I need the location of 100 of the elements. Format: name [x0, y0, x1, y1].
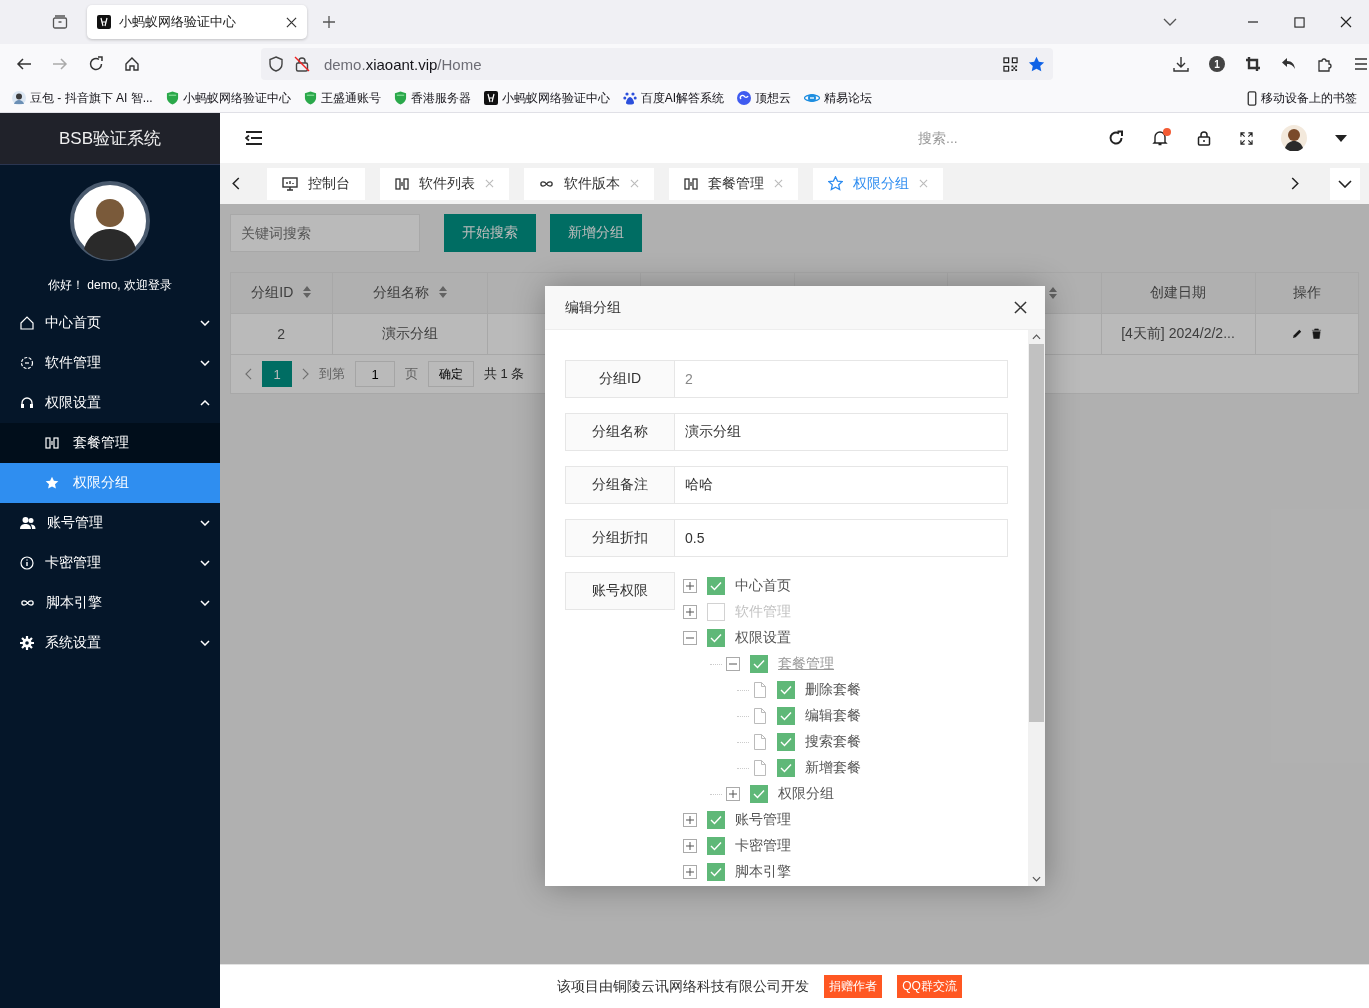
address-bar[interactable]: demo.xiaoant.vip/Home	[260, 48, 1053, 80]
page-tab[interactable]: 软件列表	[380, 167, 509, 200]
puzzle-icon[interactable]	[1317, 56, 1333, 72]
menu-item[interactable]: 账号管理	[0, 503, 220, 543]
tree-item-label[interactable]: 权限设置	[735, 629, 791, 647]
maximize-icon[interactable]	[1294, 16, 1305, 28]
menu-item[interactable]: 卡密管理	[0, 543, 220, 583]
bookmark-item[interactable]: 百度AI解答系统	[622, 89, 724, 107]
columns-icon	[684, 177, 698, 190]
bookmark-item[interactable]: 王盛通账号	[303, 89, 381, 107]
page-input[interactable]: 1	[355, 361, 395, 387]
keyword-search-field[interactable]: 关键词搜索	[230, 214, 420, 252]
search-field[interactable]: 搜索...	[916, 129, 1080, 147]
expand-toggle-icon[interactable]	[683, 839, 697, 853]
collapse-menu-icon[interactable]	[245, 131, 263, 145]
menu-item[interactable]: 系统设置	[0, 623, 220, 663]
file-icon	[753, 760, 767, 776]
caret-icon[interactable]	[1335, 134, 1347, 142]
scroll-down-icon[interactable]	[1032, 876, 1041, 882]
scroll-right-icon[interactable]	[1291, 177, 1299, 190]
scroll-left-icon[interactable]	[232, 177, 240, 190]
page-tab[interactable]: 软件版本	[524, 167, 654, 200]
check-icon	[780, 711, 792, 721]
column-header: 分组ID	[231, 273, 332, 314]
field-label: 分组ID	[565, 360, 675, 398]
check-icon	[780, 763, 792, 773]
bookmark-item[interactable]: 顶想云	[737, 89, 791, 107]
chevron-icon	[200, 360, 210, 366]
bookmark-label: 香港服务器	[410, 89, 471, 107]
account-badge[interactable]: 1	[1209, 56, 1225, 72]
checkbox[interactable]	[707, 837, 725, 855]
bell-icon[interactable]	[1152, 130, 1168, 146]
bookmark-item[interactable]: 香港服务器	[393, 89, 471, 107]
bookmark-item[interactable]: 精易论坛	[804, 89, 872, 107]
table-cell: 演示分组	[332, 313, 487, 355]
browser-tab[interactable]: 小蚂蚁网络验证中心	[87, 5, 307, 39]
sort-icon[interactable]	[303, 286, 312, 298]
forward-arrow-icon[interactable]	[52, 56, 68, 72]
close-icon[interactable]	[1340, 16, 1352, 28]
user-avatar[interactable]	[1281, 125, 1307, 151]
refresh-icon[interactable]	[1108, 130, 1124, 146]
sort-icon[interactable]	[438, 286, 447, 298]
expand-toggle-icon[interactable]	[683, 631, 697, 645]
back-arrow-icon[interactable]	[16, 56, 32, 72]
tab-overview-icon[interactable]	[52, 14, 68, 30]
star-icon[interactable]	[1028, 55, 1045, 73]
column-header: 操作	[1255, 273, 1358, 314]
confirm-button[interactable]: 确定	[428, 361, 474, 387]
reload-icon[interactable]	[87, 56, 104, 72]
star-icon	[45, 476, 59, 490]
tree-item-label[interactable]: 账号管理	[735, 811, 791, 829]
input-field[interactable]: 0.5	[675, 519, 1008, 557]
input-field[interactable]: 演示分组	[675, 413, 1008, 451]
url-text: demo.xiaoant.vip/Home	[323, 55, 482, 73]
expand-toggle-icon[interactable]	[726, 787, 740, 801]
tab-menu-button[interactable]	[1330, 167, 1360, 200]
trash-icon[interactable]	[1310, 328, 1322, 339]
edit-pencil-icon[interactable]	[1291, 328, 1303, 339]
crop-icon[interactable]	[1245, 56, 1261, 72]
checkbox[interactable]	[707, 811, 725, 829]
sort-icon[interactable]	[1048, 287, 1057, 299]
checkbox[interactable]	[750, 785, 768, 803]
infinity-icon	[20, 598, 35, 608]
close-icon[interactable]	[286, 16, 297, 28]
close-icon[interactable]	[1014, 301, 1027, 314]
menu-item[interactable]: 脚本引擎	[0, 583, 220, 623]
home-icon	[20, 316, 34, 330]
submenu-item[interactable]: 套餐管理	[0, 423, 220, 463]
prev-page-icon[interactable]	[245, 368, 252, 380]
page-tab[interactable]: 权限分组	[813, 167, 943, 200]
home-icon[interactable]	[123, 56, 140, 72]
page-tab[interactable]: 套餐管理	[669, 167, 798, 200]
page-tab[interactable]: 控制台	[267, 167, 365, 200]
chevron-down-icon[interactable]	[1163, 18, 1177, 26]
tree-item-label[interactable]: 中心首页	[735, 577, 791, 595]
fullscreen-icon[interactable]	[1240, 131, 1253, 145]
input-field[interactable]: 哈哈	[675, 466, 1008, 504]
tree-item-label[interactable]: 权限分组	[778, 785, 834, 803]
checkbox[interactable]	[707, 629, 725, 647]
check-icon	[710, 633, 722, 643]
scrollbar[interactable]	[1028, 330, 1045, 886]
menu-item[interactable]: 权限设置	[0, 383, 220, 423]
columns-icon	[395, 177, 409, 190]
menu-item[interactable]: 中心首页	[0, 303, 220, 343]
expand-toggle-icon[interactable]	[683, 865, 697, 879]
tree-item-label[interactable]: 卡密管理	[735, 837, 791, 855]
menu-icon[interactable]	[1353, 56, 1369, 72]
scroll-up-icon[interactable]	[1032, 334, 1041, 340]
check-icon	[753, 789, 765, 799]
lock-icon[interactable]	[1196, 130, 1212, 146]
checkbox[interactable]	[707, 863, 725, 881]
new-tab-icon[interactable]	[322, 15, 336, 29]
menu-item[interactable]: 软件管理	[0, 343, 220, 383]
qr-code-icon[interactable]	[1003, 56, 1018, 72]
next-page-icon[interactable]	[302, 368, 309, 380]
expand-toggle-icon[interactable]	[683, 813, 697, 827]
expand-toggle-icon[interactable]	[683, 579, 697, 593]
download-icon[interactable]	[1173, 56, 1189, 72]
checkbox[interactable]	[707, 577, 725, 595]
tree-item-label[interactable]: 脚本引擎	[735, 863, 791, 881]
